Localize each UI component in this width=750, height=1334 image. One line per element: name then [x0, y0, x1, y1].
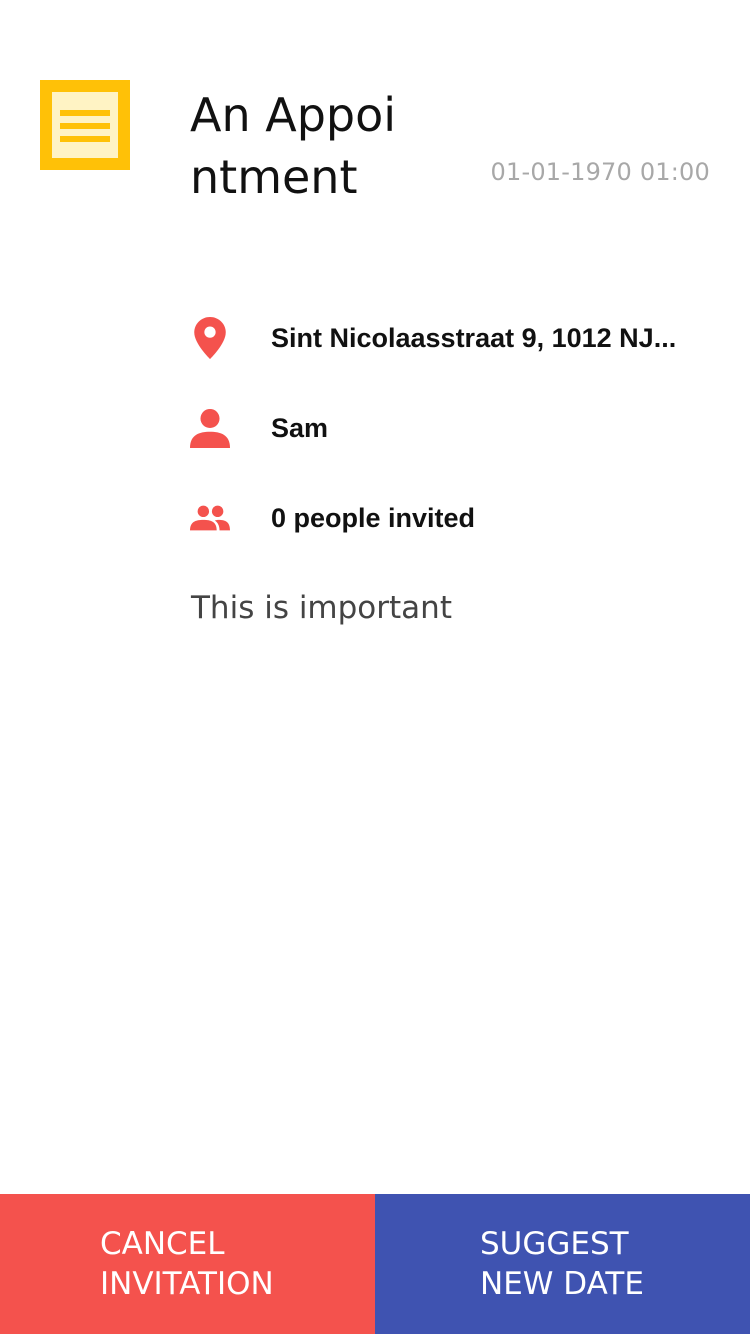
organizer-name: Sam: [271, 413, 329, 443]
organizer-row: Sam: [190, 403, 710, 453]
people-icon: [190, 493, 230, 543]
cancel-invitation-label: CANCEL INVITATION: [100, 1226, 274, 1302]
appointment-detail-screen: An Appointment 01-01-1970 01:00 Sint Nic…: [0, 0, 750, 1334]
action-bar: CANCEL INVITATION SUGGEST NEW DATE: [0, 1194, 750, 1334]
appointment-datetime: 01-01-1970 01:00: [490, 158, 710, 186]
note-icon: [40, 80, 130, 170]
location-row[interactable]: Sint Nicolaasstraat 9, 1012 NJ...: [190, 313, 710, 363]
location-text: Sint Nicolaasstraat 9, 1012 NJ...: [271, 323, 677, 353]
invited-row[interactable]: 0 people invited: [190, 493, 710, 543]
suggest-new-date-button[interactable]: SUGGEST NEW DATE: [375, 1194, 750, 1334]
appointment-title: An Appointment: [190, 88, 397, 204]
appointment-description: This is important: [191, 590, 452, 626]
cancel-invitation-button[interactable]: CANCEL INVITATION: [0, 1194, 375, 1334]
invited-count: 0 people invited: [271, 503, 476, 533]
suggest-new-date-label: SUGGEST NEW DATE: [480, 1226, 644, 1302]
person-icon: [190, 403, 230, 453]
location-pin-icon: [190, 313, 230, 363]
